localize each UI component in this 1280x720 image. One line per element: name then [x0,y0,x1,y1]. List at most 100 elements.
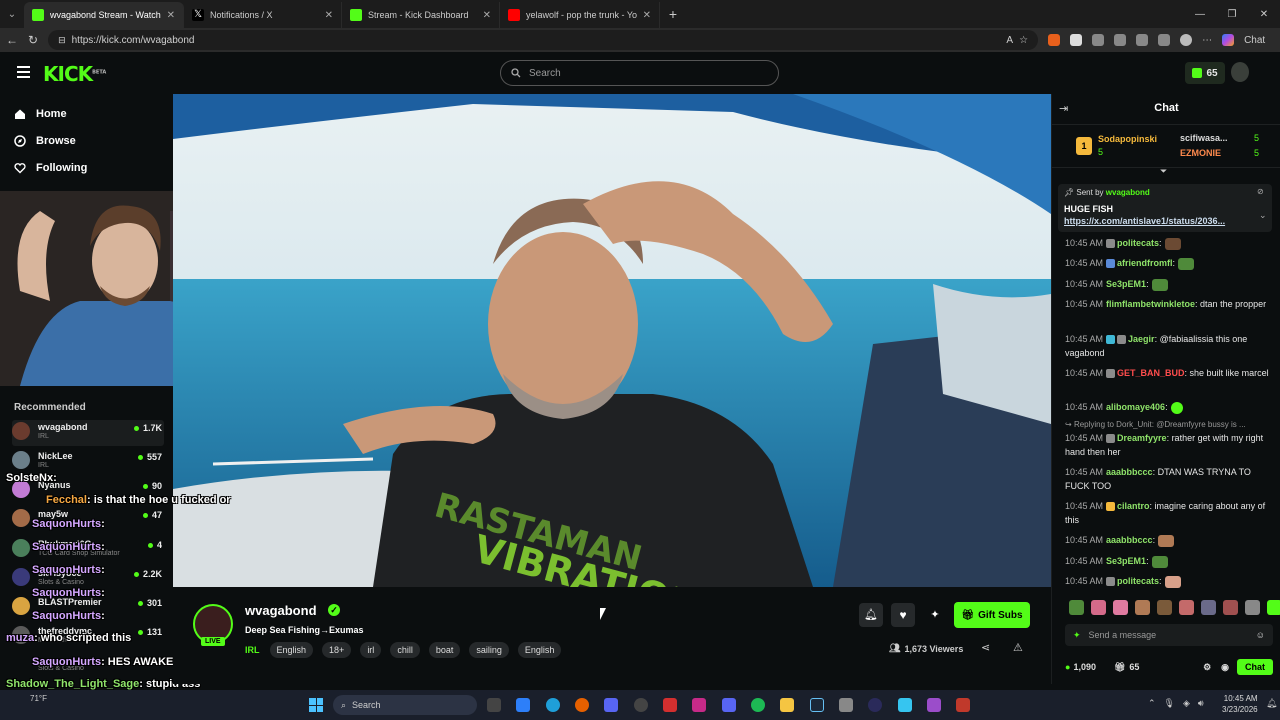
chat-message[interactable]: 10:45 AM Se3pEM1: [1065,554,1275,568]
close-tab-icon[interactable]: ✕ [483,10,491,21]
music-app-icon[interactable] [692,698,706,712]
app-icon[interactable] [839,698,853,712]
gift-count[interactable]: 65 [1129,662,1139,672]
file-explorer-icon[interactable] [780,698,794,712]
clock[interactable]: 10:45 AM 3/23/2026 [1222,693,1258,715]
emote-icon[interactable] [1091,600,1106,615]
reload-icon[interactable]: ↻ [28,33,38,47]
leaderboard-user[interactable]: EZMONIE [1180,148,1221,158]
tab-kick-dashboard[interactable]: Stream - Kick Dashboard ✕ [342,2,500,28]
network-icon[interactable]: ◈ [1183,698,1190,709]
tag-chip[interactable]: English [269,642,314,658]
channel-points-count[interactable]: 1,090 [1073,662,1096,672]
message-user[interactable]: aaabbbccc [1106,467,1153,477]
discord-app-icon[interactable] [604,698,618,712]
tray-chevron-icon[interactable]: ⌃ [1148,698,1156,709]
chat-message[interactable]: 10:45 AM afriendfromfl: [1065,256,1275,270]
obs-app-icon[interactable] [634,698,648,712]
edge-app-icon[interactable] [546,698,560,712]
tag-chip[interactable]: English [517,642,562,658]
app-icon[interactable] [927,698,941,712]
kick-logo[interactable]: KICKBETA [43,62,106,86]
pinned-link[interactable]: https://x.com/antislave1/status/2036... [1064,216,1225,226]
minimize-window-icon[interactable]: — [1184,9,1216,20]
user-avatar[interactable] [1231,62,1249,82]
copilot-app-icon[interactable] [516,698,530,712]
system-tray[interactable]: ⌃ 🎙︎ ◈ 🔊︎ [1148,698,1204,709]
app-icon[interactable] [898,698,912,712]
app-icon[interactable] [663,698,677,712]
menu-icon[interactable] [17,66,30,78]
tag-chip[interactable]: boat [428,642,461,658]
volume-icon[interactable]: 🔊︎ [1198,698,1204,709]
copilot-chat-label[interactable]: Chat [1244,35,1265,46]
video-player[interactable]: RASTAMAN VIBRATION [173,94,1051,587]
tag-chip[interactable]: irl [360,642,382,658]
chat-message[interactable]: 10:45 AM aaabbbccc: [1065,533,1275,547]
split-screen-icon[interactable] [1136,34,1149,46]
task-view-icon[interactable] [487,698,501,712]
chat-message[interactable]: 10:45 AM Se3pEM1: [1065,277,1275,291]
emote-icon[interactable] [1245,600,1260,615]
user-badge-icon[interactable]: ◉ [1221,662,1229,673]
expand-chevron-icon[interactable]: ⌄ [1259,210,1267,221]
chat-send-button[interactable]: Chat [1237,659,1273,675]
message-user[interactable]: afriendfromfl [1117,258,1173,268]
extension-icon[interactable] [1070,34,1083,46]
tab-youtube[interactable]: yelawolf - pop the trunk - YouTub ✕ [500,2,660,28]
app-icon[interactable] [956,698,970,712]
new-tab-button[interactable]: + [660,6,686,22]
emote-icon[interactable] [1201,600,1216,615]
sidebar-item-following[interactable]: Following [14,162,87,174]
message-user[interactable]: Se3pEM1 [1106,556,1146,566]
search-input[interactable]: Search [500,60,779,86]
emote-icon[interactable] [1267,600,1280,615]
reply-context[interactable]: ↪ Replying to Dork_Unit: @Dreamfyyre bus… [1065,418,1275,432]
settings-gear-icon[interactable]: ⚙ [1203,662,1211,673]
gift-subs-button[interactable]: 🎁︎ Gift Subs [954,602,1030,628]
close-tab-icon[interactable]: ✕ [167,10,175,21]
chat-message[interactable]: 10:45 AM flimflambetwinkletoe: dtan the p… [1065,297,1275,311]
tab-kick-stream[interactable]: wvagabond Stream - Watch L ✕ [24,2,184,28]
leaderboard-user[interactable]: scifiwasa... [1180,133,1228,143]
sidebar-item-home[interactable]: Home [14,108,67,120]
follow-heart-button[interactable]: ♥ [891,603,915,627]
share-icon[interactable]: ⋖ [981,641,990,654]
chat-message[interactable]: 10:45 AM politecats: [1065,236,1275,250]
notification-bell-icon[interactable]: 🔔︎ [1266,698,1277,709]
filter-icon[interactable]: ⏷ [1160,166,1167,177]
spotify-app-icon[interactable] [751,698,765,712]
chat-message-input[interactable]: ✦ Send a message ☺ [1065,624,1273,646]
extension-icon[interactable] [1092,34,1105,46]
weather-widget[interactable]: 71°F [30,694,47,703]
chat-message[interactable]: 10:45 AM Dreamfyyre: rather get with my r… [1065,431,1275,459]
back-arrow-icon[interactable]: ← [6,33,18,47]
chat-message[interactable]: 10:45 AM politecats: [1065,574,1275,588]
windows-start-icon[interactable] [309,698,323,712]
chat-message[interactable]: 10:45 AM cilantro: imagine caring about a… [1065,499,1275,527]
message-user[interactable]: alibomaye406 [1106,402,1165,412]
close-tab-icon[interactable]: ✕ [643,10,651,21]
discord-app-icon[interactable] [722,698,736,712]
message-user[interactable]: cilantro [1117,501,1150,511]
unpin-icon[interactable]: ⊘ [1257,187,1264,196]
emoji-icon[interactable]: ☺ [1256,630,1265,640]
leaderboard-user[interactable]: Sodapopinski [1098,134,1157,144]
tag-chip[interactable]: 18+ [322,642,352,658]
site-info-icon[interactable]: ⊟ [58,35,66,46]
emote-icon[interactable] [1135,600,1150,615]
profile-avatar[interactable] [1180,34,1193,46]
microphone-icon[interactable]: 🎙︎ [1164,698,1175,709]
favorites-icon[interactable] [1114,34,1127,46]
kick-points-button[interactable]: 65 [1185,62,1225,84]
message-user[interactable]: flimflambetwinkletoe [1106,299,1195,309]
report-icon[interactable]: ⚠ [1013,641,1023,654]
message-user[interactable]: Dreamfyyre [1117,433,1167,443]
chat-message[interactable]: 10:45 AM GET_BAN_BUD: she built like marc… [1065,366,1275,380]
emote-icon[interactable] [1069,600,1084,615]
message-user[interactable]: Jaegir [1128,334,1155,344]
category-link[interactable]: IRL [245,645,260,655]
emote-icon[interactable] [1223,600,1238,615]
notification-bell-button[interactable]: 🔔︎ [859,603,883,627]
message-user[interactable]: GET_BAN_BUD [1117,368,1185,378]
